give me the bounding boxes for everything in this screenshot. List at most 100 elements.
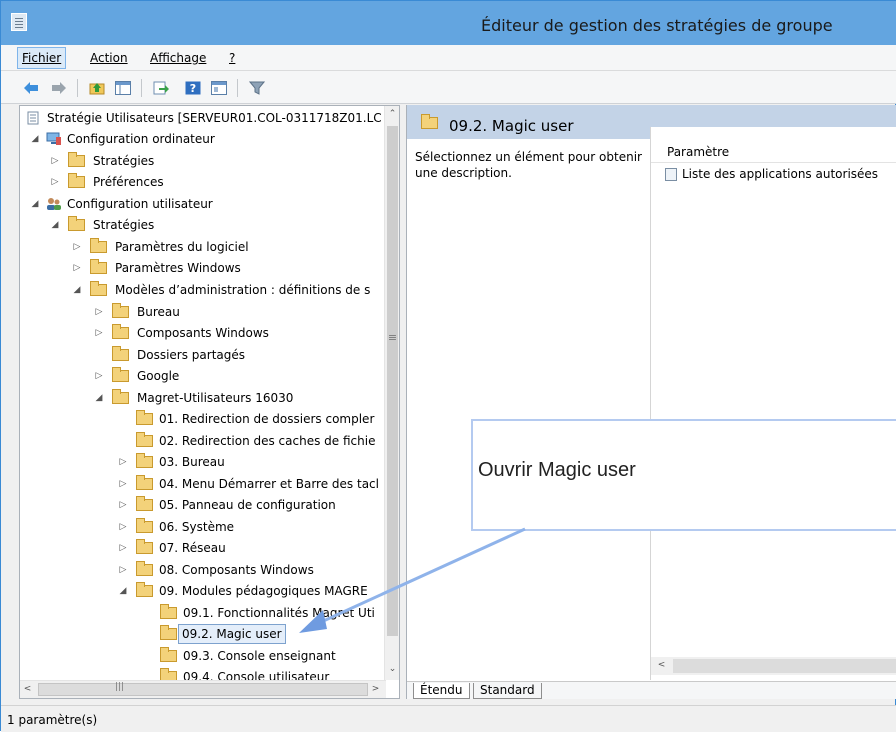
details-pane: 09.2. Magic user Sélectionnez un élément…	[406, 105, 896, 699]
tree-node-09-1[interactable]: 09.1. Fonctionnalités Magret Uti	[20, 603, 386, 623]
tree-node-magret-users[interactable]: ◢ Magret-Utilisateurs 16030	[20, 388, 386, 408]
expand-icon[interactable]: ▷	[118, 538, 128, 558]
collapse-icon[interactable]: ◢	[30, 194, 40, 214]
tab-extended[interactable]: Étendu	[413, 683, 470, 699]
details-horizontal-scrollbar[interactable]: <	[651, 657, 896, 675]
tab-standard[interactable]: Standard	[473, 683, 542, 699]
collapse-icon[interactable]: ◢	[118, 581, 128, 601]
tree-node-bureau[interactable]: ▷ Bureau	[20, 302, 386, 322]
filter-icon[interactable]	[249, 81, 265, 95]
tree-node-02[interactable]: 02. Redirection des caches de fichie	[20, 431, 386, 451]
expand-icon[interactable]: ▷	[72, 258, 82, 278]
tree-node-google[interactable]: ▷ Google	[20, 366, 386, 386]
tree-node-computer-policies[interactable]: ▷ Stratégies	[20, 151, 386, 171]
expand-icon[interactable]: ▷	[50, 151, 60, 171]
properties-view-icon[interactable]	[211, 81, 227, 95]
tree-node-05[interactable]: ▷ 05. Panneau de configuration	[20, 495, 386, 515]
tree-node-07[interactable]: ▷ 07. Réseau	[20, 538, 386, 558]
expand-icon[interactable]: ▷	[94, 302, 104, 322]
tree-node-06[interactable]: ▷ 06. Système	[20, 517, 386, 537]
expand-icon[interactable]: ▷	[94, 323, 104, 343]
tree-node-09-4[interactable]: 09.4. Console utilisateur	[20, 667, 386, 680]
menu-action[interactable]: Action	[90, 51, 128, 65]
tree-node-03[interactable]: ▷ 03. Bureau	[20, 452, 386, 472]
tree-node-shared-folders[interactable]: Dossiers partagés	[20, 345, 386, 365]
forward-arrow-icon[interactable]	[51, 81, 67, 95]
scrollbar-thumb[interactable]	[387, 126, 398, 636]
computer-icon	[46, 132, 61, 145]
window-title: Éditeur de gestion des stratégies de gro…	[481, 16, 833, 35]
column-header-parametre[interactable]: Paramètre	[651, 141, 896, 163]
tree-node-user-policies[interactable]: ◢ Stratégies	[20, 215, 386, 235]
expand-icon[interactable]: ▷	[94, 366, 104, 386]
scrollbar-thumb[interactable]	[38, 683, 368, 696]
tree-node-09-3[interactable]: 09.3. Console enseignant	[20, 646, 386, 666]
folder-icon	[136, 496, 153, 511]
scroll-up-icon[interactable]: ⌃	[385, 106, 399, 123]
collapse-icon[interactable]: ◢	[72, 280, 82, 300]
tree-node-admin-templates[interactable]: ◢ Modèles d’administration : définitions…	[20, 280, 386, 300]
tree-node-09-2-magic-user[interactable]: 09.2. Magic user	[20, 624, 386, 644]
gpo-editor-icon[interactable]	[11, 13, 27, 31]
scroll-left-icon[interactable]: <	[20, 681, 35, 698]
menu-help[interactable]: ?	[229, 51, 235, 65]
folder-icon	[136, 453, 153, 468]
collapse-icon[interactable]: ◢	[50, 215, 60, 235]
tree-node-config-computer[interactable]: ◢ Configuration ordinateur	[20, 129, 386, 149]
tree-node-04[interactable]: ▷ 04. Menu Démarrer et Barre des tacl	[20, 474, 386, 494]
help-icon[interactable]: ?	[185, 81, 201, 95]
title-bar: Éditeur de gestion des stratégies de gro…	[1, 1, 896, 45]
menu-file[interactable]: Fichier	[17, 47, 67, 69]
folder-icon	[90, 281, 107, 296]
folder-icon	[160, 647, 177, 662]
folder-icon	[160, 604, 177, 619]
tree-label: Stratégie Utilisateurs [SERVEUR01.COL-03…	[47, 111, 382, 125]
back-arrow-icon[interactable]	[23, 81, 39, 95]
expand-icon[interactable]: ▷	[118, 474, 128, 494]
collapse-icon[interactable]: ◢	[94, 388, 104, 408]
tree-node-windows-settings[interactable]: ▷ Paramètres Windows	[20, 258, 386, 278]
expand-icon[interactable]: ▷	[118, 517, 128, 537]
expand-icon[interactable]: ▷	[50, 172, 60, 192]
expand-icon[interactable]: ▷	[72, 237, 82, 257]
tree-node-windows-components[interactable]: ▷ Composants Windows	[20, 323, 386, 343]
toolbar-separator	[77, 79, 78, 97]
tree-node-08[interactable]: ▷ 08. Composants Windows	[20, 560, 386, 580]
collapse-icon[interactable]: ◢	[30, 129, 40, 149]
tree-label: 09. Modules pédagogiques MAGRE	[159, 584, 368, 598]
menu-view[interactable]: Affichage	[150, 51, 206, 65]
tree-node-config-user[interactable]: ◢ Configuration utilisateur	[20, 194, 386, 214]
scroll-right-icon[interactable]: >	[368, 681, 383, 698]
svg-text:?: ?	[190, 82, 196, 95]
tree-label: 05. Panneau de configuration	[159, 498, 336, 512]
tree-horizontal-scrollbar[interactable]: < ||| >	[20, 680, 386, 698]
export-list-icon[interactable]	[153, 81, 169, 95]
tree-node-root[interactable]: Stratégie Utilisateurs [SERVEUR01.COL-03…	[20, 108, 386, 128]
tree-node-computer-preferences[interactable]: ▷ Préférences	[20, 172, 386, 192]
scroll-left-icon[interactable]: <	[654, 657, 669, 674]
tree-node-software-settings[interactable]: ▷ Paramètres du logiciel	[20, 237, 386, 257]
expand-icon[interactable]: ▷	[118, 495, 128, 515]
list-item[interactable]: Liste des applications autorisées	[665, 167, 878, 181]
settings-list: Paramètre Liste des applications autoris…	[650, 127, 896, 680]
scrollbar-thumb[interactable]	[673, 659, 896, 673]
tree-node-01[interactable]: 01. Redirection de dossiers compler	[20, 409, 386, 429]
folder-icon	[112, 367, 129, 382]
setting-icon	[665, 168, 677, 181]
expand-icon[interactable]: ▷	[118, 560, 128, 580]
folder-icon	[136, 432, 153, 447]
folder-icon	[68, 152, 85, 167]
tree-node-09[interactable]: ◢ 09. Modules pédagogiques MAGRE	[20, 581, 386, 601]
up-folder-icon[interactable]	[89, 81, 105, 95]
tree-label: Google	[137, 369, 180, 383]
folder-icon	[160, 625, 177, 640]
show-hide-tree-icon[interactable]	[115, 81, 131, 95]
expand-icon[interactable]: ▷	[118, 452, 128, 472]
tree-label: Stratégies	[93, 154, 155, 168]
tree-vertical-scrollbar[interactable]: ⌃ ≡ ⌄	[384, 106, 399, 680]
scroll-down-icon[interactable]: ⌄	[385, 661, 399, 678]
tree-label: Dossiers partagés	[137, 348, 246, 362]
tree-label: 03. Bureau	[159, 455, 225, 469]
tree-label: 01. Redirection de dossiers compler	[159, 412, 375, 426]
folder-icon	[160, 668, 177, 680]
